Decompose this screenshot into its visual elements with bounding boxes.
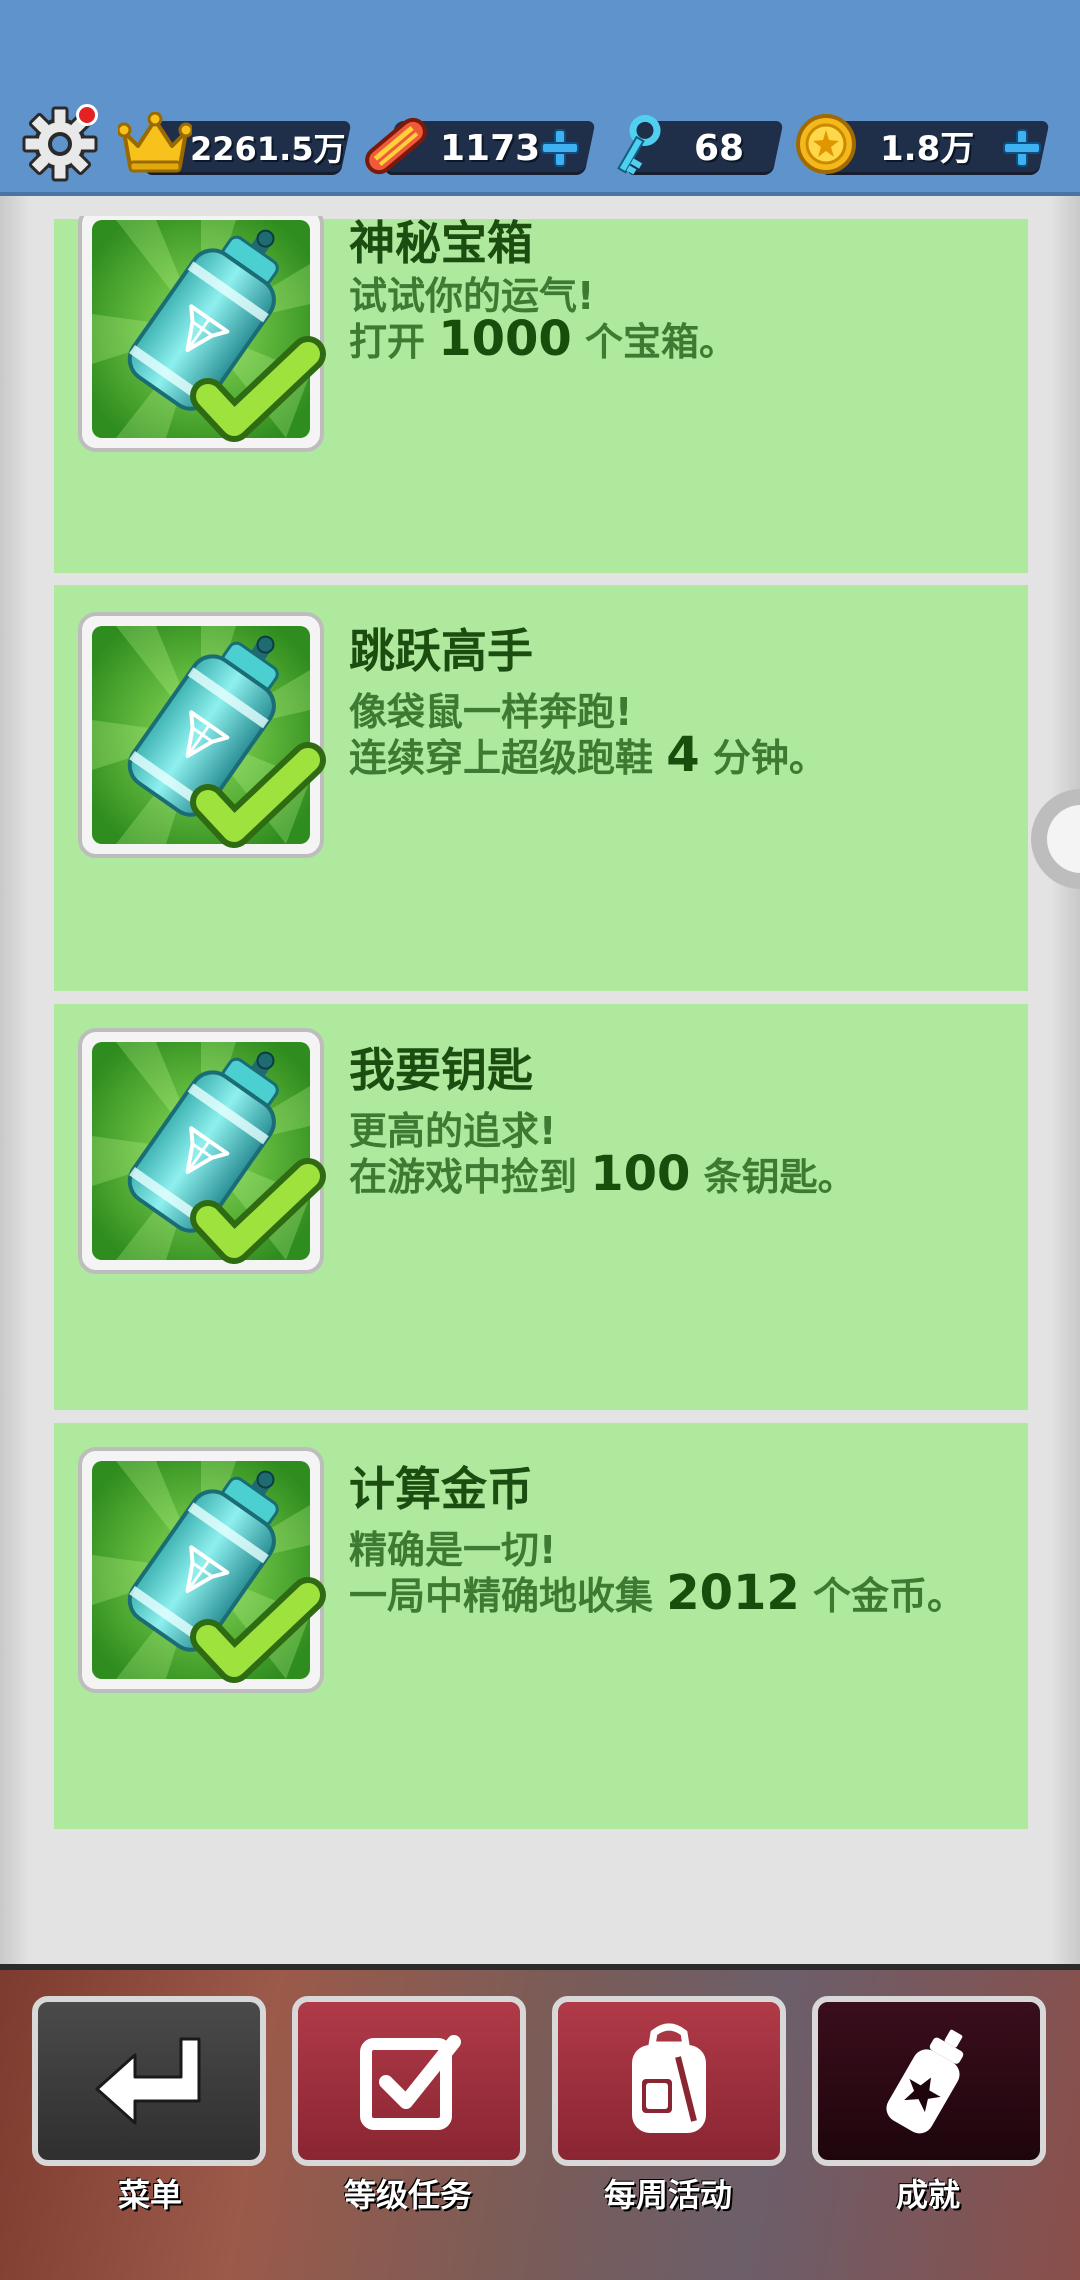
achievement-title: 神秘宝箱 — [349, 216, 533, 270]
achievement-goal: 连续穿上超级跑鞋 4 分钟。 — [349, 727, 827, 783]
menu-label: 菜单 — [117, 2176, 182, 2214]
achievement-title: 计算金币 — [349, 1462, 533, 1516]
achievement-card[interactable]: 神秘宝箱 试试你的运气! 打开 1000 个宝箱。 — [54, 219, 1028, 573]
menu-button[interactable] — [32, 1996, 266, 2166]
achievements-label: 成就 — [895, 2176, 960, 2214]
keys-value: 68 — [694, 128, 745, 169]
score-value: 2261.5万 — [190, 130, 346, 168]
coin-icon — [796, 114, 856, 174]
achievement-card[interactable]: 计算金币 精确是一切! 一局中精确地收集 2012 个金币。 — [54, 1423, 1028, 1829]
achievements-button[interactable] — [812, 1996, 1046, 2166]
spray-can-icon — [76, 204, 326, 454]
hoverboard-icon — [365, 117, 427, 175]
spray-can-icon — [886, 2029, 964, 2134]
back-arrow-icon — [95, 2037, 201, 2125]
crown-icon — [118, 112, 192, 173]
spray-can-icon — [76, 1445, 326, 1695]
level-tasks-label: 等级任务 — [343, 2176, 472, 2214]
achievement-card[interactable]: 我要钥匙 更高的追求! 在游戏中捡到 100 条钥匙。 — [54, 1004, 1028, 1410]
achievement-card[interactable]: 跳跃高手 像袋鼠一样奔跑! 连续穿上超级跑鞋 4 分钟。 — [54, 585, 1028, 991]
spray-can-icon — [76, 1026, 326, 1276]
checkbox-icon — [360, 2035, 461, 2130]
key-icon — [617, 114, 661, 175]
list-top-mask — [54, 196, 1028, 216]
coins-value: 1.8万 — [880, 129, 975, 169]
list-shadow-right — [1050, 196, 1080, 1964]
backpack-icon — [632, 2023, 706, 2133]
achievement-goal: 一局中精确地收集 2012 个金币。 — [349, 1565, 966, 1621]
list-shadow-left — [0, 196, 30, 1964]
notification-dot — [76, 104, 98, 126]
achievement-title: 跳跃高手 — [349, 624, 533, 678]
scroll-handle[interactable] — [1026, 784, 1080, 894]
achievement-goal: 在游戏中捡到 100 条钥匙。 — [349, 1146, 856, 1202]
bottom-nav-divider — [0, 1964, 1080, 1970]
level-tasks-button[interactable] — [292, 1996, 526, 2166]
achievement-goal: 打开 1000 个宝箱。 — [349, 311, 738, 367]
spray-can-icon — [76, 610, 326, 860]
add-boards-button[interactable] — [538, 126, 582, 170]
weekly-events-label: 每周活动 — [603, 2176, 732, 2214]
weekly-events-button[interactable] — [552, 1996, 786, 2166]
achievement-title: 我要钥匙 — [349, 1043, 533, 1097]
boards-value: 1173 — [440, 128, 541, 169]
add-coins-button[interactable] — [1000, 126, 1044, 170]
